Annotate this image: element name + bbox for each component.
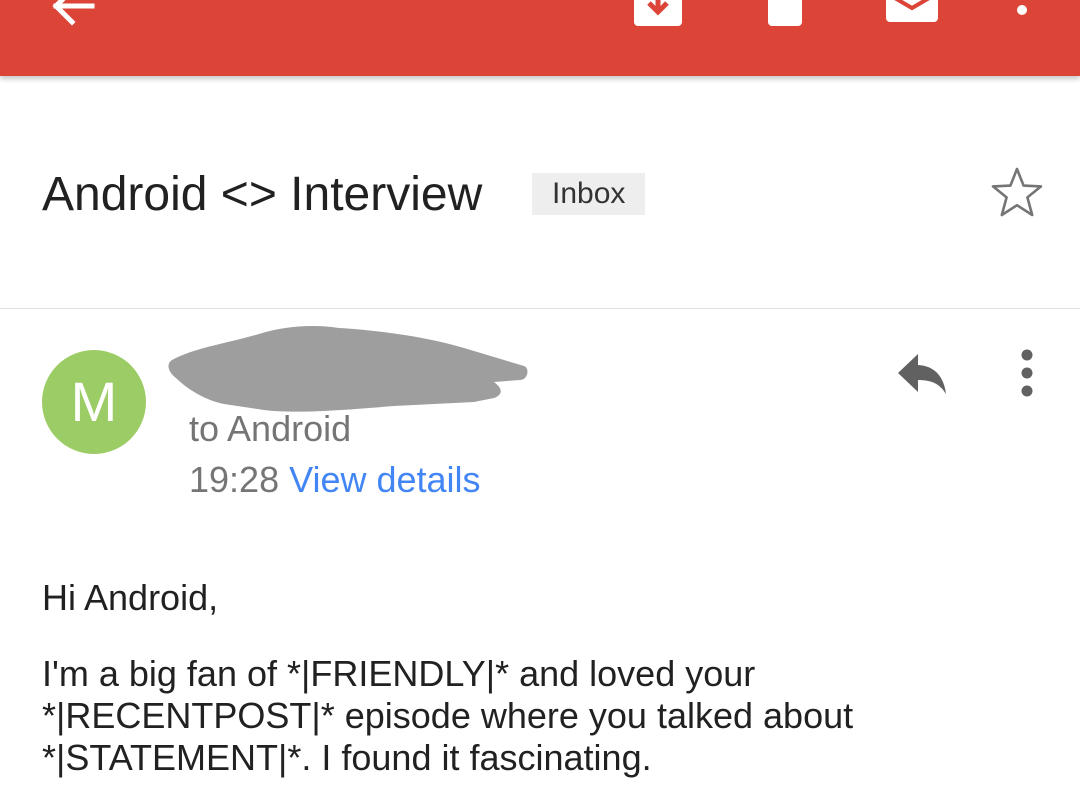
thread-subject: Android <> Interview xyxy=(42,168,483,221)
view-details-link[interactable]: View details xyxy=(289,459,480,500)
message-body: Hi Android, I'm a big fan of *|FRIENDLY|… xyxy=(42,577,1052,779)
greeting-text: Hi Android, xyxy=(42,577,219,618)
recipient-line: to Android xyxy=(189,408,352,449)
archive-icon[interactable] xyxy=(632,0,684,28)
app-bar xyxy=(0,0,1080,76)
message-meta: 19:28 View details xyxy=(189,458,481,502)
back-arrow-icon[interactable] xyxy=(46,0,98,28)
inbox-label-chip[interactable]: Inbox xyxy=(532,173,646,215)
mark-unread-icon[interactable] xyxy=(884,0,940,24)
delete-icon[interactable] xyxy=(766,0,804,28)
more-vert-icon[interactable] xyxy=(1012,348,1042,398)
avatar[interactable]: M xyxy=(42,350,146,454)
redacted-sender-scribble xyxy=(168,326,528,412)
reply-icon[interactable] xyxy=(896,352,948,396)
more-vert-icon[interactable] xyxy=(1008,0,1036,28)
star-icon[interactable] xyxy=(990,166,1044,220)
thread-header: Android <> Interview Inbox xyxy=(0,76,1080,308)
message-time: 19:28 xyxy=(189,459,280,500)
divider xyxy=(0,308,1080,309)
body-paragraph: I'm a big fan of *|FRIENDLY|* and loved … xyxy=(42,653,854,778)
